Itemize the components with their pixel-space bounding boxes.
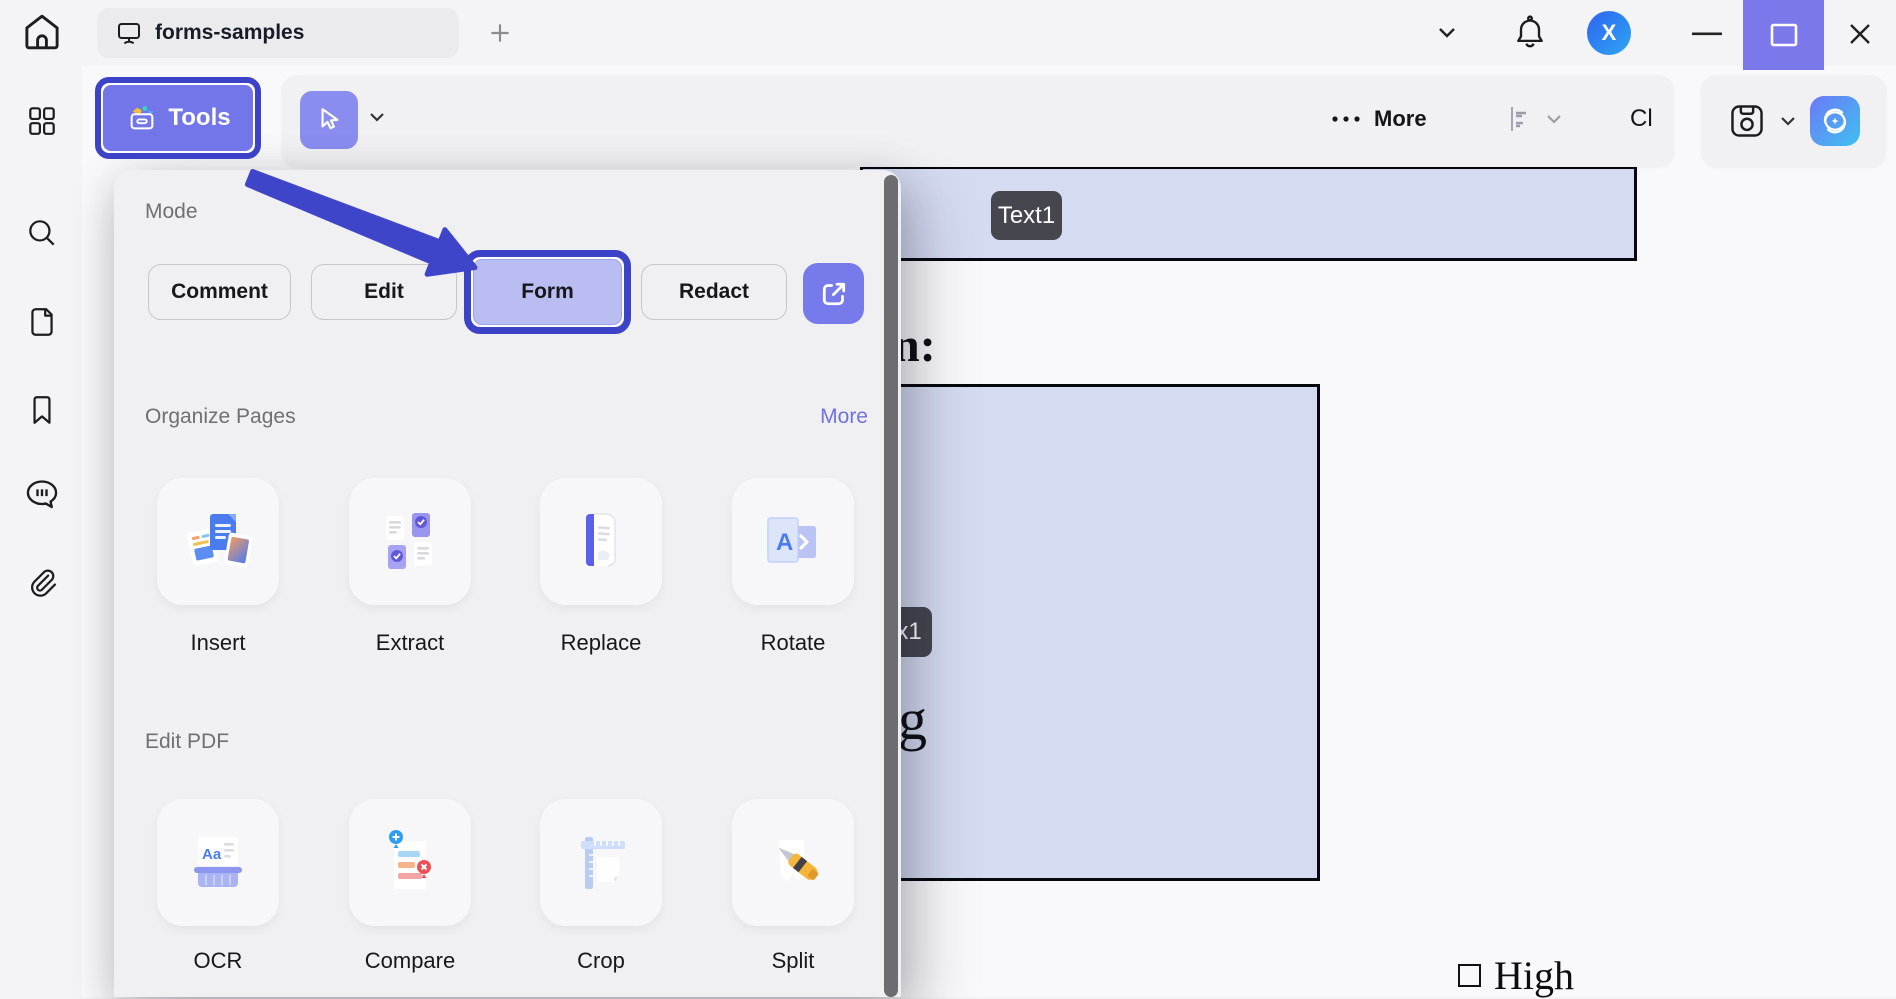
card-rotate-label: Rotate	[760, 630, 826, 655]
tab-title: forms-samples	[155, 21, 305, 44]
account-avatar[interactable]: X	[1587, 11, 1631, 55]
crop-icon	[567, 829, 635, 897]
extract-pages-icon	[376, 508, 444, 576]
close-icon	[1846, 20, 1874, 48]
page-icon	[25, 305, 59, 339]
save-button[interactable]	[1728, 102, 1766, 140]
ocr-icon: Aa	[184, 829, 252, 897]
maximize-icon	[1769, 22, 1799, 48]
form-field-tag: Text1	[991, 191, 1062, 240]
panel-scrollbar[interactable]	[884, 175, 898, 997]
document-checkbox[interactable]	[1458, 964, 1481, 987]
alignment-dropdown[interactable]	[1508, 104, 1564, 134]
home-button[interactable]	[20, 10, 64, 54]
open-mode-external-button[interactable]	[803, 263, 864, 324]
svg-text:A: A	[776, 529, 793, 556]
mode-section-title: Mode	[145, 200, 198, 223]
select-tool-dropdown[interactable]	[366, 110, 388, 126]
document-tab[interactable]: forms-samples	[97, 8, 459, 58]
external-link-icon	[817, 277, 851, 311]
document-letter-fragment: g	[898, 687, 927, 752]
rotate-pages-icon: A	[758, 508, 828, 576]
card-extract[interactable]	[349, 478, 471, 605]
more-tools-label: More	[1374, 106, 1427, 131]
card-insert[interactable]	[157, 478, 279, 605]
card-replace-label: Replace	[560, 630, 642, 655]
bell-icon	[1512, 13, 1548, 53]
collapse-toolbar-button[interactable]	[1434, 24, 1460, 42]
sidebar	[0, 66, 82, 997]
cursor-icon	[314, 105, 344, 135]
chevron-down-icon	[1544, 112, 1564, 126]
avatar-initial: X	[1601, 20, 1617, 45]
tools-button-label: Tools	[168, 104, 231, 131]
toolbox-icon	[125, 102, 159, 134]
chat-icon	[24, 478, 60, 512]
replace-pages-icon	[568, 508, 634, 576]
sidebar-item-attachments[interactable]	[24, 566, 60, 602]
form-text-field-2[interactable]	[878, 384, 1320, 881]
screen-icon	[115, 19, 143, 47]
sidebar-item-comments[interactable]	[24, 477, 60, 513]
card-ocr-label: OCR	[193, 948, 243, 973]
document-checkbox-label: High	[1494, 953, 1574, 998]
save-dropdown[interactable]	[1778, 114, 1798, 128]
ellipsis-icon	[1330, 114, 1362, 124]
card-rotate[interactable]: A	[732, 478, 854, 605]
card-compare-label: Compare	[364, 948, 456, 973]
card-insert-label: Insert	[190, 630, 246, 655]
save-toolbar-group	[1701, 75, 1886, 167]
notifications-button[interactable]	[1512, 13, 1548, 53]
mode-redact-button[interactable]: Redact	[641, 264, 787, 320]
chevron-down-icon	[366, 110, 388, 126]
card-crop[interactable]	[540, 799, 662, 926]
close-button[interactable]	[1846, 20, 1874, 48]
form-text-field-1[interactable]	[860, 166, 1637, 261]
minimize-button[interactable]	[1690, 31, 1724, 37]
edit-pdf-title: Edit PDF	[145, 730, 230, 753]
annotation-arrow	[200, 140, 520, 300]
sidebar-item-thumbnails[interactable]	[24, 102, 60, 138]
card-extract-label: Extract	[375, 630, 445, 655]
card-compare[interactable]	[349, 799, 471, 926]
chevron-down-icon	[1434, 24, 1460, 42]
insert-pages-icon	[182, 508, 254, 576]
clipped-toolbar-label[interactable]: Cl	[1630, 105, 1674, 133]
card-crop-label: Crop	[577, 948, 625, 973]
plus-icon	[487, 20, 513, 46]
compare-icon	[376, 827, 444, 899]
organize-pages-title: Organize Pages	[145, 405, 296, 428]
home-icon	[20, 10, 64, 54]
sidebar-item-bookmarks[interactable]	[24, 392, 60, 428]
grid-icon	[25, 103, 59, 137]
search-icon	[25, 216, 59, 250]
paperclip-icon	[25, 567, 59, 601]
card-replace[interactable]	[540, 478, 662, 605]
align-objects-icon	[1508, 104, 1534, 134]
organize-more-link[interactable]: More	[768, 405, 868, 429]
card-split-label: Split	[771, 948, 815, 973]
bookmark-icon	[25, 393, 59, 427]
split-icon	[758, 828, 828, 898]
sidebar-item-search[interactable]	[24, 215, 60, 251]
svg-text:Aa: Aa	[202, 846, 222, 863]
more-tools-button[interactable]: More	[1330, 97, 1427, 141]
minimize-icon	[1690, 31, 1724, 37]
maximize-button[interactable]	[1743, 0, 1824, 70]
card-ocr[interactable]: Aa	[157, 799, 279, 926]
ai-assistant-button[interactable]	[1809, 96, 1860, 146]
new-tab-button[interactable]	[487, 20, 513, 46]
sidebar-item-pages[interactable]	[24, 304, 60, 340]
card-split[interactable]	[732, 799, 854, 926]
